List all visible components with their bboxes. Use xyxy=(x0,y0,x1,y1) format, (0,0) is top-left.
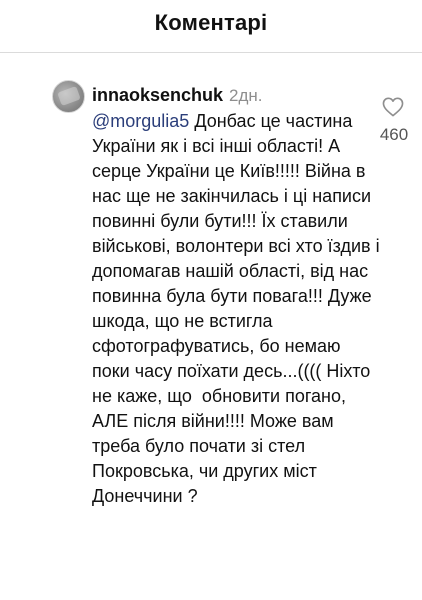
avatar[interactable] xyxy=(52,80,85,113)
comment-username[interactable]: innaoksenchuk xyxy=(92,85,223,105)
comment-text: @morgulia5 Донбас це частина України як … xyxy=(92,109,382,509)
heart-outline-icon xyxy=(382,97,404,117)
comment-body-text: Донбас це частина України як і всі інші … xyxy=(92,111,385,506)
like-button[interactable] xyxy=(378,95,408,119)
avatar-image xyxy=(57,86,81,106)
comment-timestamp: 2дн. xyxy=(229,86,263,105)
comment-mention[interactable]: @morgulia5 xyxy=(92,111,189,131)
header-divider xyxy=(0,52,422,53)
comments-header: Коментарі xyxy=(0,0,422,52)
like-count: 460 xyxy=(379,125,409,144)
comment-header: innaoksenchuk 2дн. xyxy=(92,84,263,107)
page-title: Коментарі xyxy=(154,10,268,35)
